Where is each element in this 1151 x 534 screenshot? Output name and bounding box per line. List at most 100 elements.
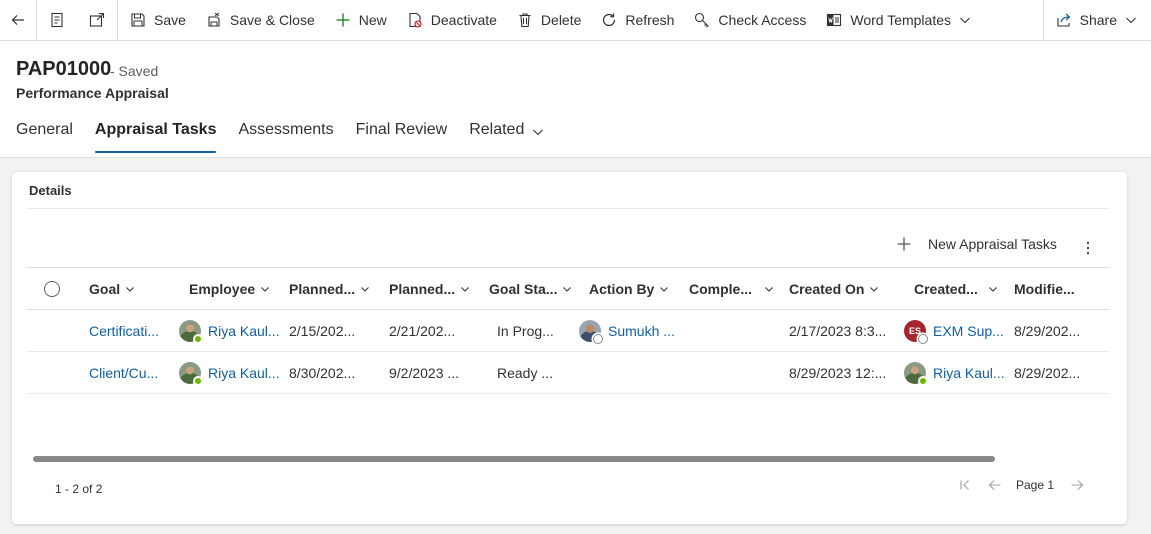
tab-related[interactable]: Related — [469, 119, 544, 153]
employee-link[interactable]: Riya Kaul... — [208, 323, 279, 339]
appraisal-tasks-grid: Goal Employee Planned... Planned... Goal… — [26, 267, 1110, 394]
column-header-planned-end[interactable]: Planned... — [389, 268, 470, 310]
save-icon — [131, 13, 145, 27]
modified-cell: 8/29/202... — [1014, 322, 1081, 339]
avatar — [579, 319, 603, 344]
tab-label: Final Review — [355, 121, 448, 138]
column-header-goal-status[interactable]: Goal Sta... — [489, 268, 572, 310]
back-button[interactable] — [0, 0, 36, 40]
column-header-completed[interactable]: Comple... — [689, 268, 774, 310]
save-button[interactable]: Save — [118, 0, 196, 40]
refresh-icon — [603, 13, 616, 27]
created-by-link[interactable]: Riya Kaul... — [933, 365, 1004, 381]
chevron-down-icon — [660, 287, 669, 292]
key-icon — [695, 12, 710, 28]
chevron-down-icon — [461, 287, 469, 292]
select-all-checkbox[interactable] — [44, 281, 60, 297]
details-section: Details New Appraisal Tasks Goal Employe… — [12, 172, 1127, 524]
chevron-down-icon — [361, 287, 369, 292]
column-header-created-by[interactable]: Created... — [914, 268, 998, 310]
presence-online-icon — [193, 375, 203, 386]
presence-online-icon — [918, 375, 928, 386]
column-header-employee[interactable]: Employee — [189, 268, 270, 310]
horizontal-scrollbar[interactable] — [33, 456, 995, 462]
goal-status-cell: Ready ... — [497, 364, 554, 381]
pager: Page 1 — [958, 478, 1084, 492]
new-appraisal-tasks-label: New Appraisal Tasks — [928, 236, 1057, 252]
avatar — [904, 361, 928, 386]
tab-final-review[interactable]: Final Review — [356, 119, 448, 153]
delete-button[interactable]: Delete — [507, 0, 591, 40]
deactivate-button[interactable]: Deactivate — [397, 0, 507, 40]
employee-cell: Riya Kaul... — [179, 310, 279, 351]
action-by-cell: Sumukh ... — [579, 310, 679, 351]
planned-start-cell: 2/15/202... — [289, 322, 356, 339]
next-page-icon[interactable] — [1070, 478, 1084, 492]
created-by-link[interactable]: EXM Sup... — [933, 323, 1004, 339]
grid-header: Goal Employee Planned... Planned... Goal… — [26, 267, 1110, 310]
word-templates-button[interactable]: Word Templates — [816, 0, 981, 40]
column-label: Created On — [789, 281, 865, 297]
chevron-down-icon — [563, 287, 572, 292]
column-label: Planned... — [389, 281, 456, 297]
tab-label: Assessments — [238, 121, 334, 138]
plus-icon — [336, 13, 350, 27]
table-row[interactable]: Certificati... Riya Kaul... 2/15/202... … — [26, 310, 1110, 352]
tab-general[interactable]: General — [16, 119, 73, 153]
action-by-link[interactable]: Sumukh ... — [608, 323, 675, 339]
column-header-created-on[interactable]: Created On — [789, 268, 879, 310]
new-button[interactable]: New — [325, 0, 397, 40]
column-header-action-by[interactable]: Action By — [589, 268, 669, 310]
form-selector-button[interactable] — [37, 0, 77, 40]
column-header-modified[interactable]: Modifie... — [1014, 268, 1075, 310]
chevron-down-icon — [765, 287, 773, 292]
check-access-label: Check Access — [718, 12, 807, 28]
previous-page-icon[interactable] — [988, 478, 1002, 492]
employee-link[interactable]: Riya Kaul... — [208, 365, 279, 381]
refresh-button[interactable]: Refresh — [591, 0, 684, 40]
delete-label: Delete — [540, 12, 582, 28]
created-on-cell: 8/29/2023 12:... — [789, 364, 887, 381]
check-access-button[interactable]: Check Access — [684, 0, 816, 40]
goal-link[interactable]: Certificati... — [89, 310, 181, 351]
save-label: Save — [154, 12, 186, 28]
column-label: Goal — [89, 281, 121, 297]
column-label: Action By — [589, 281, 655, 297]
deactivate-label: Deactivate — [430, 12, 497, 28]
column-header-planned-start[interactable]: Planned... — [289, 268, 370, 310]
avatar — [179, 361, 203, 386]
new-appraisal-tasks-button[interactable]: New Appraisal Tasks — [896, 236, 1057, 252]
chevron-down-icon — [1126, 17, 1136, 24]
tab-appraisal-tasks[interactable]: Appraisal Tasks — [94, 119, 216, 153]
first-page-icon[interactable] — [958, 478, 972, 492]
share-button[interactable]: Share — [1044, 0, 1151, 40]
share-icon — [1057, 13, 1071, 27]
goal-link[interactable]: Client/Cu... — [89, 352, 181, 393]
deactivate-icon — [409, 12, 422, 28]
column-label: Planned... — [289, 281, 356, 297]
command-bar: Save Save & Close New Deactivate Delete … — [0, 0, 1151, 41]
open-in-new-window-icon — [89, 12, 105, 27]
tab-label: General — [16, 121, 73, 138]
new-label: New — [358, 12, 387, 28]
column-label: Comple... — [689, 281, 753, 297]
save-close-button[interactable]: Save & Close — [196, 0, 325, 40]
table-row[interactable]: Client/Cu... Riya Kaul... 8/30/202... 9/… — [26, 352, 1110, 394]
chevron-down-icon — [870, 287, 879, 292]
section-divider — [26, 208, 1110, 209]
column-label: Goal Sta... — [489, 281, 558, 297]
planned-start-cell: 8/30/202... — [289, 364, 356, 381]
arrow-left-icon — [11, 15, 24, 25]
column-label: Employee — [189, 281, 256, 297]
document-icon — [51, 12, 63, 28]
chevron-down-icon — [126, 287, 134, 292]
plus-icon — [897, 237, 911, 251]
form-tabs: General Appraisal Tasks Assessments Fina… — [16, 119, 566, 153]
presence-offline-icon — [593, 333, 603, 344]
completed-cell — [689, 352, 781, 393]
open-new-window-button[interactable] — [77, 0, 117, 40]
tab-assessments[interactable]: Assessments — [238, 119, 333, 153]
column-header-goal[interactable]: Goal — [89, 268, 135, 310]
more-options-icon[interactable] — [1083, 238, 1093, 258]
chevron-down-icon — [533, 129, 544, 136]
